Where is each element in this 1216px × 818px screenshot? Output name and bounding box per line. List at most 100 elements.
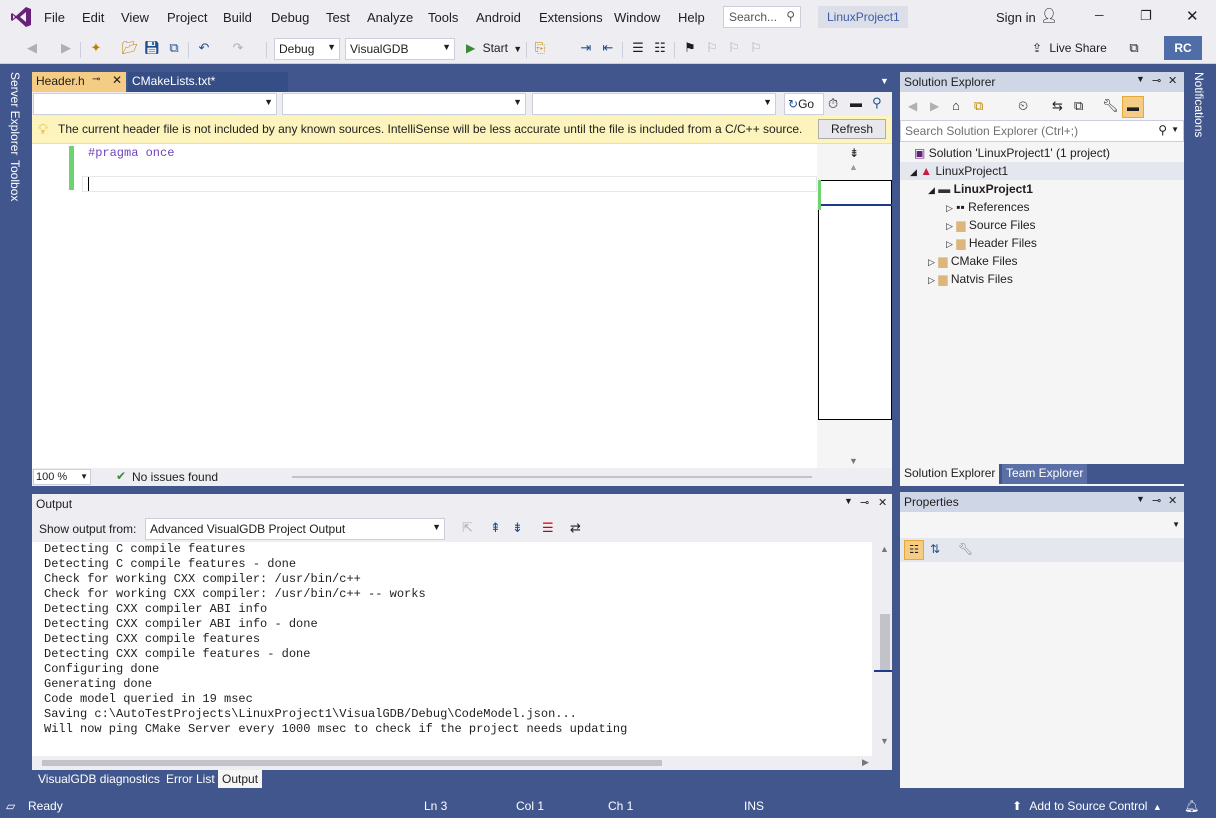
tab-output[interactable]: Output [218,770,263,788]
property-pages-icon[interactable]: 🔧︎ [958,542,973,556]
menu-android[interactable]: Android [476,10,521,25]
prev-message-icon[interactable]: ⇞ [490,520,501,536]
server-explorer-tab[interactable]: Server Explorer [8,72,22,155]
alphabetical-icon[interactable]: ⇅ [930,542,940,556]
window-menu-icon[interactable]: ▼ [844,496,853,506]
menu-help[interactable]: Help [678,10,705,25]
menu-edit[interactable]: Edit [82,10,104,25]
feedback-icon[interactable]: ⧉ [1126,40,1142,56]
menu-view[interactable]: View [121,10,149,25]
pin-icon[interactable]: ⊸ [1152,74,1161,87]
platform-select[interactable]: VisualGDB ▼ [345,38,455,60]
toolbox-tab[interactable]: Toolbox [8,160,22,201]
preview-icon[interactable]: ▬ [1122,96,1144,118]
scroll-thumb[interactable] [880,614,890,670]
tree-item-references[interactable]: ▷ ▪▪ References [946,198,1030,216]
timer-icon[interactable]: ⏱ [828,96,838,112]
scope-dropdown[interactable]: ▼ [33,93,277,115]
menu-file[interactable]: File [44,10,65,25]
zoom-select[interactable]: 100 % ▼ [33,469,91,485]
code-editor[interactable]: #pragma once [32,144,817,468]
live-share-button[interactable]: ⇪ Live Share [1028,38,1111,60]
close-icon[interactable]: ✕ [1168,74,1177,87]
properties-icon[interactable]: 🔧︎ [1102,98,1119,114]
tree-item-natvis-files[interactable]: ▷ ▆ Natvis Files [928,270,1013,288]
minimap-viewport[interactable] [818,180,892,420]
step-icon[interactable]: ⇥ [578,40,594,56]
outdent-icon[interactable]: ☷ [652,40,668,56]
indent-icon[interactable]: ☰ [630,40,646,56]
close-icon[interactable]: ✕ [1168,494,1177,507]
menu-test[interactable]: Test [326,10,350,25]
bookmark-icon[interactable]: ⚑ [682,40,698,56]
search-box[interactable]: Search... ⚲ [723,6,801,28]
tab-header-h[interactable]: Header.h ⊸ ✕ [32,72,126,92]
scroll-down-icon[interactable]: ▼ [849,456,858,466]
attach-icon[interactable]: ⎘ [532,40,548,56]
refresh-button[interactable]: Refresh [818,119,886,139]
pending-changes-icon[interactable]: ⏲ [1018,98,1028,114]
categorized-icon[interactable]: ☷ [904,540,924,560]
tab-solution-explorer[interactable]: Solution Explorer [900,464,1000,484]
properties-object-select[interactable]: ▼ [900,514,1184,536]
output-source-select[interactable]: Advanced VisualGDB Project Output ▼ [145,518,445,540]
scroll-thumb[interactable] [42,760,662,766]
menu-build[interactable]: Build [223,10,252,25]
scroll-down-icon[interactable]: ▼ [880,736,889,746]
notification-bell-icon[interactable]: 🔔︎ [1184,799,1199,813]
next-message-icon[interactable]: ⇟ [512,520,523,536]
menu-project[interactable]: Project [167,10,207,25]
pin-icon[interactable]: ⊸ [1152,494,1161,507]
window-menu-icon[interactable]: ▼ [1136,494,1145,504]
pin-icon[interactable]: ⊸ [860,496,869,509]
solution-search-input[interactable]: Search Solution Explorer (Ctrl+;) ⚲ ▼ [900,120,1184,142]
go-to-error-icon[interactable]: ⇱ [462,520,473,536]
collapse-all-icon[interactable]: ⧉ [1074,98,1083,114]
user-icon[interactable]: 👤︎ [1040,7,1058,24]
clear-all-icon[interactable]: ☰ [542,520,554,536]
tab-overflow-icon[interactable]: ▼ [880,76,889,86]
vs-logo-icon[interactable] [10,6,32,28]
word-wrap-icon[interactable]: ⇄ [570,520,581,536]
tree-item-cmake-project[interactable]: ◢ ▲ LinuxProject1 [900,162,1184,180]
tab-cmakelists[interactable]: CMakeLists.txt* [128,72,288,92]
tag-icon[interactable]: ▬ [850,96,862,110]
menu-debug[interactable]: Debug [271,10,309,25]
save-icon[interactable]: 💾︎ [144,40,161,56]
start-button[interactable]: ▶ Start ▼ [462,38,526,60]
tab-error-list[interactable]: Error List [162,770,219,788]
scroll-up-icon[interactable]: ▲ [880,544,889,554]
tree-item-project[interactable]: ◢ ▬ LinuxProject1 [928,180,1033,198]
clear-bookmarks-icon[interactable]: ⚐ [748,40,764,56]
go-button[interactable]: ↻Go [784,93,824,115]
open-folder-icon[interactable]: 📂︎ [122,40,139,56]
menu-tools[interactable]: Tools [428,10,458,25]
menu-extensions[interactable]: Extensions [539,10,603,25]
back-icon[interactable]: ◀ [24,40,40,56]
tab-visualgdb-diagnostics[interactable]: VisualGDB diagnostics [34,770,164,788]
close-window-button[interactable]: ✕ [1186,7,1199,25]
member-dropdown[interactable]: ▼ [532,93,776,115]
step-into-icon[interactable]: ⇤ [600,40,616,56]
output-text[interactable]: Detecting C compile features Detecting C … [32,542,872,756]
type-dropdown[interactable]: ▼ [282,93,526,115]
notifications-tab[interactable]: Notifications [1192,72,1206,137]
vertical-scrollbar[interactable]: ▲ ▼ [874,542,892,756]
config-select[interactable]: Debug ▼ [274,38,340,60]
minimize-button[interactable]: ─ [1095,8,1104,22]
issues-status[interactable]: No issues found [132,470,218,484]
sync-icon[interactable]: ⇆ [1052,98,1063,114]
minimap[interactable]: ⇟ ▲ ▼ [817,144,892,468]
next-bookmark-icon[interactable]: ⚐ [726,40,742,56]
close-icon[interactable]: ✕ [878,496,887,509]
close-icon[interactable]: ✕ [112,73,122,87]
avatar[interactable]: RC [1164,36,1202,60]
tree-item-source-files[interactable]: ▷ ▆ Source Files [946,216,1036,234]
output-h-scrollbar[interactable]: ▶ [32,756,878,770]
forward-icon[interactable]: ▶ [58,40,74,56]
prev-bookmark-icon[interactable]: ⚐ [704,40,720,56]
home-icon[interactable]: ⌂ [952,98,960,113]
save-all-icon[interactable]: ⧉ [166,40,182,56]
undo-icon[interactable]: ↶ [196,40,212,56]
sign-in-link[interactable]: Sign in [996,10,1036,25]
